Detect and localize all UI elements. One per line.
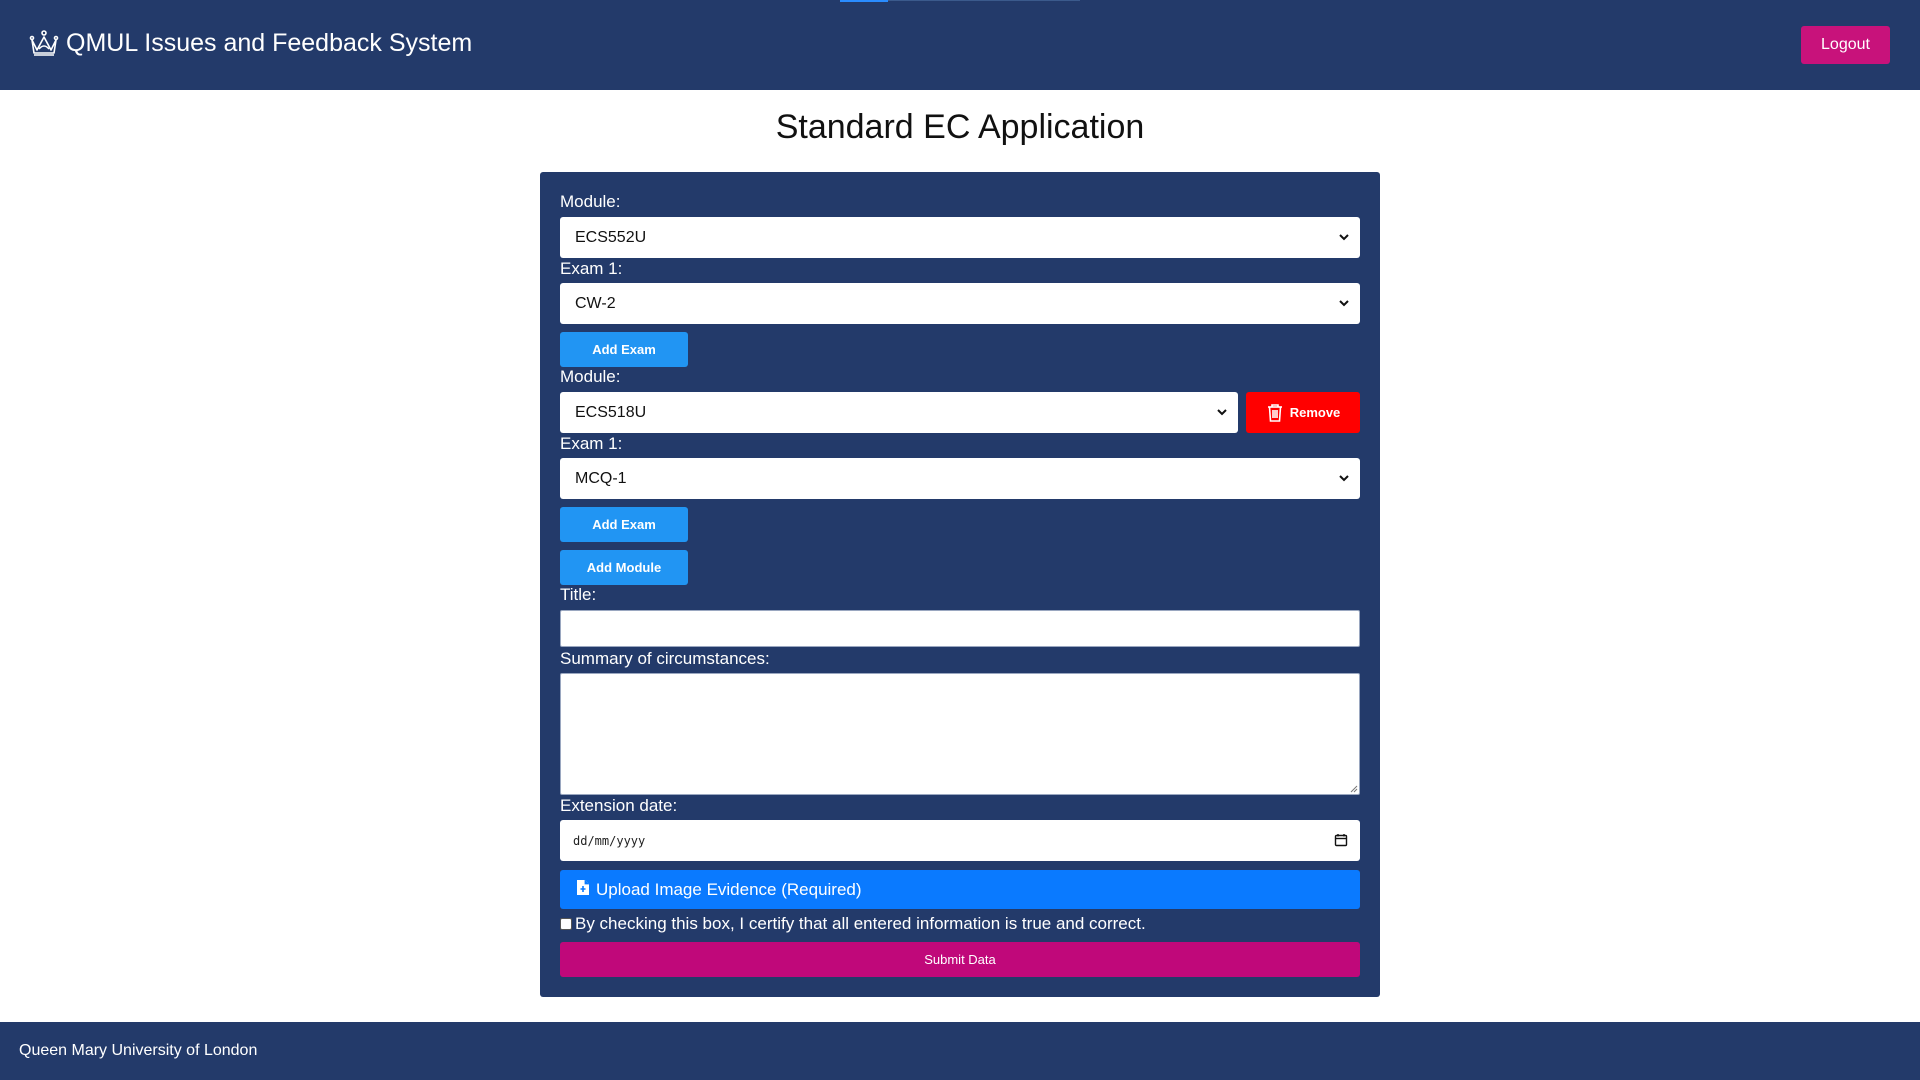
extension-date-label: Extension date: [560,796,678,815]
module-label: Module: [560,192,621,211]
certify-row: By checking this box, I certify that all… [560,914,1146,934]
trash-icon [1267,403,1282,422]
add-module-button[interactable]: Add Module [560,550,688,585]
footer-text: Queen Mary University of London [19,1042,258,1059]
module-select[interactable]: ECS552U [560,217,1360,258]
upload-evidence-button[interactable]: Upload Image Evidence (Required) [560,870,1360,909]
top-accent-line [840,0,1080,2]
resize-handle-icon[interactable] [1350,785,1358,793]
chevron-down-icon [1339,234,1349,241]
exam-select[interactable]: MCQ-1 [560,458,1360,499]
certify-checkbox[interactable] [560,918,572,930]
summary-label: Summary of circumstances: [560,649,770,668]
chevron-down-icon [1217,409,1227,416]
extension-date-input[interactable]: dd/mm/yyyy [560,820,1360,861]
module-select-value: ECS518U [575,403,647,421]
exam-select[interactable]: CW-2 [560,283,1360,324]
add-exam-button[interactable]: Add Exam [560,332,688,367]
remove-module-button[interactable]: Remove [1246,392,1360,433]
certify-label: By checking this box, I certify that all… [575,914,1146,933]
upload-label: Upload Image Evidence (Required) [596,879,862,899]
crown-icon [29,30,59,56]
exam-label: Exam 1: [560,434,623,453]
add-exam-button[interactable]: Add Exam [560,507,688,542]
submit-button[interactable]: Submit Data [560,942,1360,977]
ec-application-form: Module: ECS552U Exam 1: CW-2 Add Exam Mo… [540,172,1380,997]
exam-label: Exam 1: [560,259,623,278]
calendar-icon[interactable] [1334,833,1348,847]
exam-select-value: MCQ-1 [575,469,627,487]
summary-textarea[interactable] [560,673,1360,795]
chevron-down-icon [1339,475,1349,482]
file-upload-icon [577,880,589,895]
app-title: QMUL Issues and Feedback System [66,28,473,57]
footer: Queen Mary University of London [0,1022,1920,1080]
chevron-down-icon [1339,300,1349,307]
brand[interactable]: QMUL Issues and Feedback System [28,28,472,58]
module-select-value: ECS552U [575,228,647,246]
title-input[interactable] [560,610,1360,647]
page-title: Standard EC Application [775,108,1145,146]
module-label: Module: [560,367,621,386]
top-accent-active [840,0,888,2]
title-label: Title: [560,585,597,604]
date-placeholder: dd/mm/yyyy [573,833,646,848]
logout-button[interactable]: Logout [1801,26,1890,64]
remove-label: Remove [1289,405,1341,420]
top-navbar: QMUL Issues and Feedback System Logout [0,0,1920,90]
exam-select-value: CW-2 [575,294,616,312]
module-select[interactable]: ECS518U [560,392,1238,433]
